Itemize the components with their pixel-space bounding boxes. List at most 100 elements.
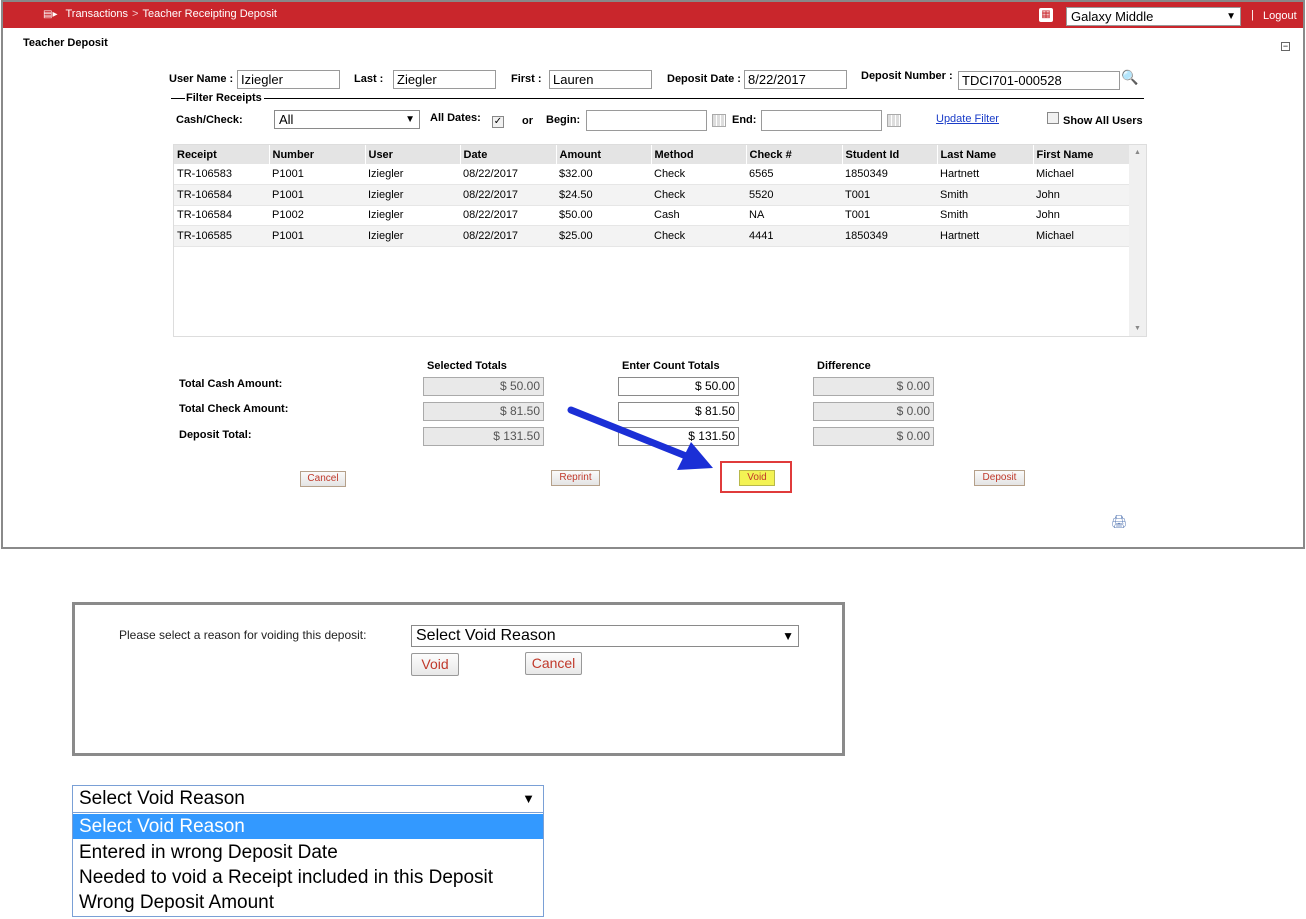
- column-header[interactable]: Receipt: [174, 145, 270, 164]
- void-button[interactable]: Void: [739, 470, 775, 486]
- table-header-row: Receipt Number User Date Amount Method C…: [174, 145, 1130, 164]
- table-cell: Iziegler: [365, 225, 460, 247]
- table-cell: Hartnett: [937, 164, 1033, 185]
- table-row[interactable]: TR-106585 P1001 Iziegler 08/22/2017 $25.00 Ch…: [174, 225, 1129, 247]
- logout-link[interactable]: Logout: [1263, 10, 1297, 22]
- receipts-table: Receipt Number User Date Amount Method C…: [173, 144, 1147, 337]
- deposit-total-label: Deposit Total:: [179, 429, 252, 441]
- table-row[interactable]: TR-106584 P1001 Iziegler 08/22/2017 $24.50 Ch…: [174, 184, 1129, 206]
- table-cell: Smith: [937, 205, 1033, 226]
- scroll-up-icon[interactable]: ▲: [1134, 149, 1141, 156]
- deposit-number-field[interactable]: TDCI701-000528: [958, 71, 1120, 90]
- table-cell: Check: [651, 225, 746, 247]
- table-cell: NA: [746, 205, 842, 226]
- scroll-down-icon[interactable]: ▼: [1134, 325, 1141, 332]
- column-header[interactable]: Student Id: [842, 145, 938, 164]
- column-header[interactable]: Date: [460, 145, 557, 164]
- table-row[interactable]: TR-106583 P1001 Iziegler 08/22/2017 $32.00 Ch…: [174, 164, 1129, 185]
- school-select[interactable]: Galaxy Middle ▼: [1066, 7, 1241, 26]
- user-name-field[interactable]: Iziegler: [237, 70, 340, 89]
- nav-menu-icon[interactable]: ▤▸: [43, 9, 57, 20]
- column-header[interactable]: Last Name: [937, 145, 1034, 164]
- cash-check-value: All: [279, 112, 294, 127]
- void-reason-dropdown-select[interactable]: Select Void Reason ▼: [73, 786, 543, 813]
- table-cell: John: [1033, 184, 1129, 206]
- table-cell: $50.00: [556, 205, 651, 226]
- dialog-void-button[interactable]: Void: [411, 653, 459, 676]
- show-all-users-label: Show All Users: [1063, 115, 1143, 127]
- table-cell: 08/22/2017: [460, 205, 556, 226]
- header-divider: |: [1251, 9, 1254, 21]
- last-name-field[interactable]: Ziegler: [393, 70, 496, 89]
- dropdown-option[interactable]: Needed to void a Receipt included in thi…: [73, 865, 543, 890]
- column-header[interactable]: Check #: [746, 145, 843, 164]
- table-cell: Check: [651, 164, 746, 185]
- table-cell: TR-106585: [174, 225, 269, 247]
- deposit-button[interactable]: Deposit: [974, 470, 1025, 486]
- deposit-date-field[interactable]: 8/22/2017: [744, 70, 847, 89]
- table-cell: Cash: [651, 205, 746, 226]
- void-reason-prompt: Please select a reason for voiding this …: [119, 628, 367, 642]
- selected-check-total: $ 81.50: [423, 402, 544, 421]
- chevron-down-icon: ▼: [405, 114, 415, 125]
- print-icon[interactable]: 🖨: [1111, 514, 1128, 530]
- breadcrumb-section[interactable]: Transactions: [65, 8, 128, 20]
- first-name-label: First :: [511, 73, 542, 85]
- column-header[interactable]: Method: [651, 145, 747, 164]
- calendar-icon[interactable]: [712, 114, 726, 127]
- calendar-icon[interactable]: ▦: [1039, 8, 1053, 22]
- table-cell: P1001: [269, 184, 365, 206]
- table-scrollbar[interactable]: ▲ ▼: [1129, 145, 1146, 336]
- dialog-cancel-button[interactable]: Cancel: [525, 652, 582, 675]
- table-row[interactable]: TR-106584 P1002 Iziegler 08/22/2017 $50.00 Ca…: [174, 205, 1129, 226]
- dropdown-option[interactable]: Wrong Deposit Amount: [73, 890, 543, 915]
- void-reason-select[interactable]: Select Void Reason ▼: [411, 625, 799, 647]
- column-header[interactable]: Amount: [556, 145, 652, 164]
- table-cell: Smith: [937, 184, 1033, 206]
- all-dates-checkbox[interactable]: ✓: [492, 116, 504, 128]
- table-cell: Iziegler: [365, 205, 460, 226]
- breadcrumb-page: Teacher Receipting Deposit: [142, 8, 277, 20]
- table-cell: 1850349: [842, 164, 937, 185]
- begin-label: Begin:: [546, 114, 581, 126]
- table-cell: T001: [842, 205, 937, 226]
- table-cell: P1002: [269, 205, 365, 226]
- dropdown-option[interactable]: Select Void Reason: [73, 814, 543, 839]
- chevron-down-icon: ▼: [782, 629, 794, 643]
- column-header[interactable]: First Name: [1033, 145, 1130, 164]
- difference-check: $ 0.00: [813, 402, 934, 421]
- first-name-field[interactable]: Lauren: [549, 70, 652, 89]
- difference-cash: $ 0.00: [813, 377, 934, 396]
- table-cell: 1850349: [842, 225, 937, 247]
- cancel-button[interactable]: Cancel: [300, 471, 346, 487]
- dropdown-option[interactable]: Entered in wrong Deposit Date: [73, 840, 543, 865]
- update-filter-link[interactable]: Update Filter: [936, 113, 999, 125]
- collapse-icon[interactable]: −: [1281, 42, 1290, 51]
- difference-total: $ 0.00: [813, 427, 934, 446]
- breadcrumb-separator: >: [132, 8, 139, 20]
- table-cell: $24.50: [556, 184, 651, 206]
- table-cell: P1001: [269, 225, 365, 247]
- table-cell: Iziegler: [365, 164, 460, 185]
- filter-legend: Filter Receipts: [171, 92, 264, 104]
- end-date-field[interactable]: [761, 110, 882, 131]
- calendar-icon[interactable]: [887, 114, 901, 127]
- reprint-button[interactable]: Reprint: [551, 470, 600, 486]
- show-all-users-checkbox[interactable]: [1047, 112, 1059, 124]
- filter-legend-text: Filter Receipts: [186, 92, 262, 104]
- table-cell: TR-106584: [174, 184, 269, 206]
- table-cell: 5520: [746, 184, 842, 206]
- begin-date-field[interactable]: [586, 110, 707, 131]
- table-cell: Iziegler: [365, 184, 460, 206]
- chevron-down-icon: ▼: [522, 791, 535, 806]
- dropdown-selected-value: Select Void Reason: [79, 788, 245, 809]
- entered-cash-total[interactable]: $ 50.00: [618, 377, 739, 396]
- school-select-value: Galaxy Middle: [1071, 9, 1154, 24]
- search-icon[interactable]: 🔍: [1121, 69, 1138, 86]
- table-cell: T001: [842, 184, 937, 206]
- page-title: Teacher Deposit: [23, 37, 108, 49]
- teacher-deposit-window: ▤▸ Transactions > Teacher Receipting Dep…: [1, 0, 1305, 549]
- cash-check-select[interactable]: All ▼: [274, 110, 420, 129]
- column-header[interactable]: User: [365, 145, 461, 164]
- column-header[interactable]: Number: [269, 145, 366, 164]
